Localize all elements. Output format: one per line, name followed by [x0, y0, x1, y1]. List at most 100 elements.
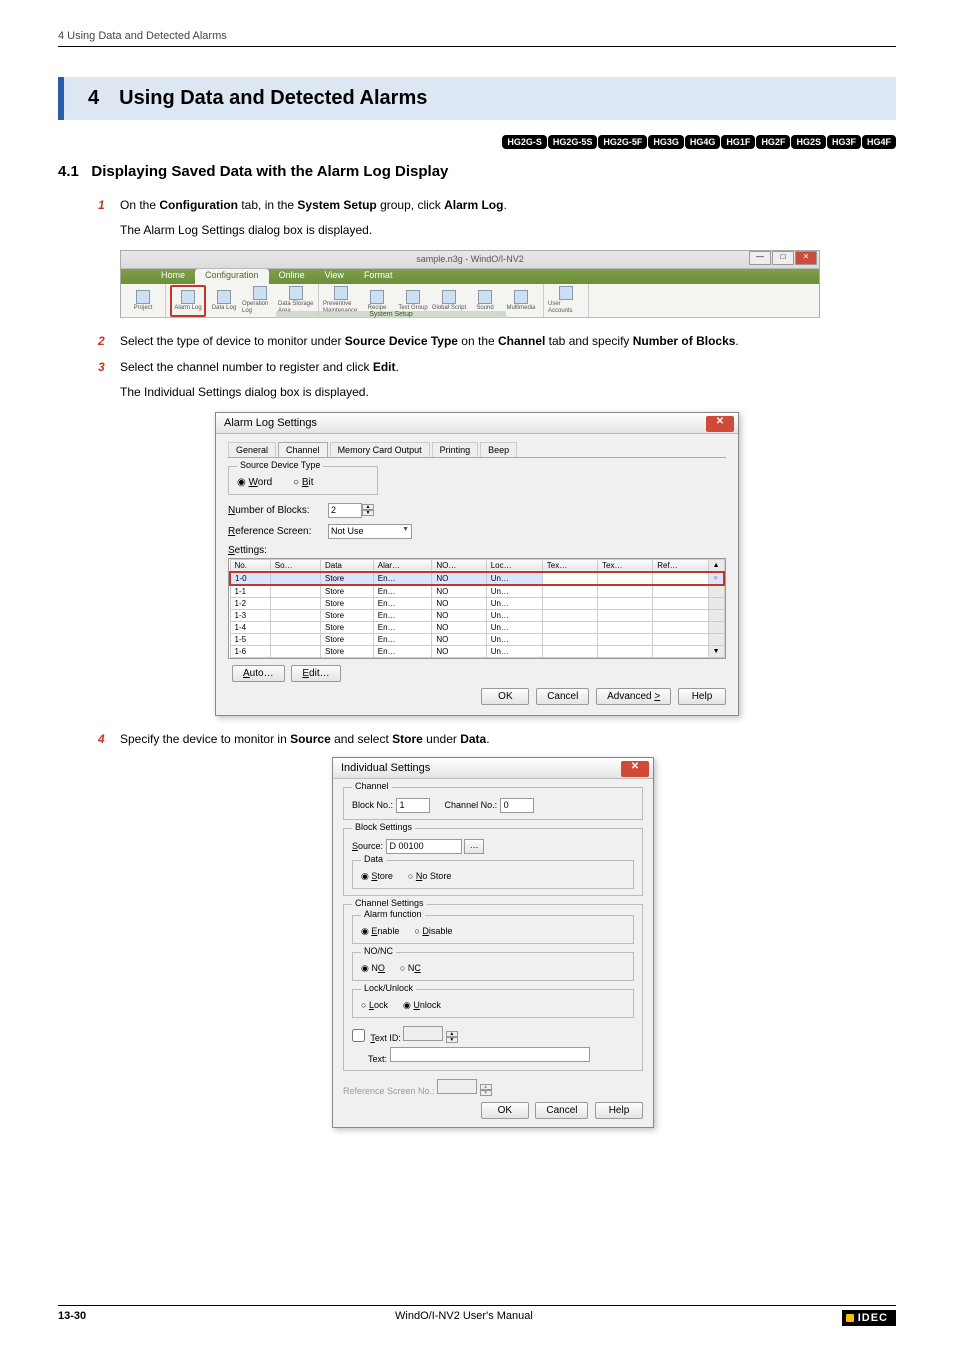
grid-cell[interactable]: [598, 633, 653, 645]
grid-cell[interactable]: [270, 585, 320, 598]
scrollbar-track[interactable]: ■: [708, 572, 724, 585]
ribbon-tab[interactable]: Online: [269, 269, 315, 284]
grid-cell[interactable]: Un…: [486, 645, 542, 657]
grid-cell[interactable]: [542, 572, 597, 585]
ribbon-tab[interactable]: Format: [354, 269, 403, 284]
dialog-tab[interactable]: General: [228, 442, 276, 457]
advanced-button[interactable]: Advanced >: [596, 688, 671, 705]
grid-cell[interactable]: Un…: [486, 621, 542, 633]
grid-cell[interactable]: En…: [373, 609, 432, 621]
grid-header[interactable]: Tex…: [598, 559, 653, 572]
grid-cell[interactable]: [542, 645, 597, 657]
grid-cell[interactable]: NO: [432, 597, 486, 609]
ok-button[interactable]: OK: [481, 688, 529, 705]
help-button[interactable]: Help: [595, 1102, 643, 1119]
store-radio[interactable]: ◉ Store: [361, 871, 393, 881]
dialog-tab[interactable]: Channel: [278, 442, 328, 457]
grid-cell[interactable]: Store: [320, 621, 373, 633]
grid-cell[interactable]: NO: [432, 633, 486, 645]
word-radio[interactable]: ◉ Word: [237, 477, 272, 488]
table-row[interactable]: 1-3StoreEn…NOUn…: [230, 609, 724, 621]
close-icon[interactable]: ✕: [706, 416, 734, 432]
ok-button[interactable]: OK: [481, 1102, 529, 1119]
cancel-button[interactable]: Cancel: [536, 688, 589, 705]
scrollbar-track[interactable]: [708, 609, 724, 621]
disable-radio[interactable]: ○ Disable: [414, 926, 452, 936]
ribbon-tab[interactable]: View: [315, 269, 354, 284]
grid-header[interactable]: NO…: [432, 559, 486, 572]
nc-radio[interactable]: ○ NC: [400, 963, 421, 973]
grid-cell[interactable]: [598, 645, 653, 657]
scrollbar-track[interactable]: [708, 621, 724, 633]
scrollbar-track[interactable]: [708, 633, 724, 645]
grid-cell[interactable]: En…: [373, 585, 432, 598]
grid-cell[interactable]: Store: [320, 633, 373, 645]
grid-header[interactable]: So…: [270, 559, 320, 572]
grid-header[interactable]: Tex…: [542, 559, 597, 572]
ribbon-tab[interactable]: Home: [151, 269, 195, 284]
grid-cell[interactable]: [542, 621, 597, 633]
table-row[interactable]: 1-2StoreEn…NOUn…: [230, 597, 724, 609]
grid-cell[interactable]: 1-0: [230, 572, 270, 585]
table-row[interactable]: 1-1StoreEn…NOUn…: [230, 585, 724, 598]
scrollbar-track[interactable]: [708, 585, 724, 598]
grid-cell[interactable]: En…: [373, 621, 432, 633]
grid-cell[interactable]: 1-4: [230, 621, 270, 633]
grid-cell[interactable]: [598, 597, 653, 609]
grid-cell[interactable]: [270, 572, 320, 585]
grid-cell[interactable]: NO: [432, 585, 486, 598]
ribbon-button[interactable]: Data Log: [206, 285, 242, 317]
grid-cell[interactable]: [653, 609, 708, 621]
spinner[interactable]: ▲▼: [362, 504, 374, 516]
grid-cell[interactable]: 1-2: [230, 597, 270, 609]
grid-header[interactable]: No.: [230, 559, 270, 572]
grid-cell[interactable]: Un…: [486, 633, 542, 645]
grid-cell[interactable]: [270, 597, 320, 609]
grid-cell[interactable]: NO: [432, 609, 486, 621]
grid-cell[interactable]: [653, 621, 708, 633]
grid-cell[interactable]: Un…: [486, 609, 542, 621]
grid-cell[interactable]: [542, 633, 597, 645]
auto-button[interactable]: Auto…: [232, 665, 285, 682]
grid-cell[interactable]: Un…: [486, 585, 542, 598]
grid-cell[interactable]: [542, 609, 597, 621]
no-store-radio[interactable]: ○ No Store: [408, 871, 451, 881]
table-row[interactable]: 1-0StoreEn…NOUn…■: [230, 572, 724, 585]
channel-no-input[interactable]: 0: [500, 798, 534, 813]
grid-cell[interactable]: NO: [432, 621, 486, 633]
scrollbar-track[interactable]: [708, 597, 724, 609]
grid-cell[interactable]: [270, 645, 320, 657]
grid-cell[interactable]: Store: [320, 645, 373, 657]
minimize-button[interactable]: —: [749, 251, 771, 265]
table-row[interactable]: 1-5StoreEn…NOUn…: [230, 633, 724, 645]
grid-cell[interactable]: [653, 572, 708, 585]
close-icon[interactable]: ✕: [621, 761, 649, 777]
ref-screen-select[interactable]: Not Use: [328, 524, 412, 539]
grid-header[interactable]: Ref…: [653, 559, 708, 572]
num-blocks-input[interactable]: 2: [328, 503, 362, 518]
lock-radio[interactable]: ○ Lock: [361, 1000, 388, 1010]
ribbon-button[interactable]: Project: [125, 285, 161, 317]
grid-cell[interactable]: Store: [320, 572, 373, 585]
spinner[interactable]: ▲▼: [446, 1031, 458, 1043]
close-button[interactable]: ✕: [795, 251, 817, 265]
grid-cell[interactable]: En…: [373, 645, 432, 657]
grid-cell[interactable]: [598, 609, 653, 621]
bit-radio[interactable]: ○ Bit: [293, 477, 314, 488]
grid-cell[interactable]: 1-6: [230, 645, 270, 657]
ribbon-button[interactable]: Multimedia: [503, 285, 539, 317]
grid-cell[interactable]: [653, 645, 708, 657]
grid-cell[interactable]: Store: [320, 597, 373, 609]
grid-cell[interactable]: Un…: [486, 572, 542, 585]
grid-cell[interactable]: [270, 621, 320, 633]
grid-cell[interactable]: [542, 585, 597, 598]
grid-cell[interactable]: En…: [373, 572, 432, 585]
grid-cell[interactable]: Un…: [486, 597, 542, 609]
help-button[interactable]: Help: [678, 688, 726, 705]
grid-cell[interactable]: [598, 585, 653, 598]
dialog-tab[interactable]: Printing: [432, 442, 479, 457]
grid-cell[interactable]: NO: [432, 645, 486, 657]
text-id-input[interactable]: [403, 1026, 443, 1041]
scroll-up-icon[interactable]: ▲: [708, 559, 724, 572]
block-no-input[interactable]: 1: [396, 798, 430, 813]
